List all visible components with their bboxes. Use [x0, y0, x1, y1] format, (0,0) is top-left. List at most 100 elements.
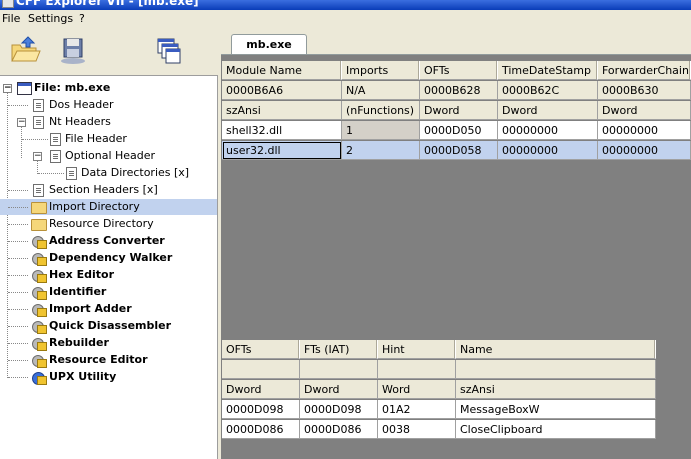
offset-cell [456, 360, 656, 379]
type-cell: szAnsi [456, 380, 656, 399]
title-bar: CFF Explorer VII - [mb.exe] [0, 0, 691, 10]
window-title: CFF Explorer VII - [mb.exe] [16, 0, 199, 8]
column-header[interactable]: OFTs [222, 340, 300, 359]
tree-item-identifier[interactable]: Identifier [0, 284, 217, 300]
collapse-icon[interactable]: − [33, 152, 42, 161]
tree-item-section-headers[interactable]: Section Headers [x] [0, 182, 217, 198]
tree-item-dependency-walker[interactable]: Dependency Walker [0, 250, 217, 266]
tree-item-resource-directory[interactable]: Resource Directory [0, 216, 217, 232]
tab-mb-exe[interactable]: mb.exe [231, 34, 307, 55]
tree-view: − File: mb.exe Dos Header − Nt Headers F… [0, 75, 218, 459]
column-header[interactable]: FTs (IAT) [300, 340, 378, 359]
page-icon [33, 116, 44, 129]
app-icon [2, 0, 14, 8]
tree-item-data-directories[interactable]: Data Directories [x] [0, 165, 217, 181]
table-row-cell[interactable]: 0038 [378, 420, 456, 439]
offset-cell: 0000B62C [498, 81, 598, 100]
folder-icon [31, 219, 47, 231]
open-icon [11, 36, 41, 62]
page-icon [66, 167, 77, 180]
type-cell: Dword [222, 380, 300, 399]
tool-icon [31, 303, 47, 317]
windows-icon [157, 38, 181, 64]
windows-button[interactable] [152, 33, 186, 67]
tool-icon [31, 354, 47, 368]
offset-cell [222, 360, 300, 379]
table-row-cell[interactable]: 2 [342, 141, 420, 160]
table-row-cell[interactable]: 0000D098 [222, 400, 300, 419]
save-button[interactable] [56, 33, 90, 67]
column-header[interactable]: Module Name [222, 61, 342, 80]
tab-panel: Module Name Imports OFTs TimeDateStamp F… [221, 54, 691, 459]
tree-root-file[interactable]: − File: mb.exe [0, 80, 217, 96]
table-row-cell[interactable]: 0000D058 [420, 141, 498, 160]
menu-help[interactable]: ? [79, 12, 85, 25]
type-cell: (nFunctions) [342, 101, 420, 120]
menu-file[interactable]: File [2, 12, 20, 25]
offset-cell: 0000B6A6 [222, 81, 342, 100]
table-row-cell[interactable]: 0000D086 [300, 420, 378, 439]
tree-item-dos-header[interactable]: Dos Header [0, 97, 217, 113]
table-row-cell[interactable]: CloseClipboard [456, 420, 656, 439]
collapse-icon[interactable]: − [17, 118, 26, 127]
tool-icon [31, 320, 47, 334]
tool-icon [31, 269, 47, 283]
table-row-cell[interactable]: MessageBoxW [456, 400, 656, 419]
column-header[interactable]: Hint [378, 340, 456, 359]
save-icon [61, 38, 85, 64]
tree-item-quick-disassembler[interactable]: Quick Disassembler [0, 318, 217, 334]
column-header[interactable]: TimeDateStamp [498, 61, 598, 80]
table-row-cell[interactable]: user32.dll [222, 141, 342, 160]
table-row-cell[interactable]: 1 [342, 121, 420, 140]
page-icon [33, 184, 44, 197]
offset-cell [300, 360, 378, 379]
type-cell: szAnsi [222, 101, 342, 120]
file-icon [17, 82, 32, 95]
tree-item-import-adder[interactable]: Import Adder [0, 301, 217, 317]
offset-cell: 0000B630 [598, 81, 691, 100]
tool-icon [31, 252, 47, 266]
table-row-cell[interactable]: 00000000 [598, 141, 691, 160]
toolbar [0, 29, 218, 73]
tree-item-address-converter[interactable]: Address Converter [0, 233, 217, 249]
menu-bar: File Settings ? [0, 10, 691, 29]
table-row-cell[interactable]: 0000D098 [300, 400, 378, 419]
table-row-cell[interactable]: 00000000 [498, 121, 598, 140]
table-row-cell[interactable]: 00000000 [598, 121, 691, 140]
tree-item-file-header[interactable]: File Header [0, 131, 217, 147]
offset-cell: 0000B628 [420, 81, 498, 100]
offset-cell [378, 360, 456, 379]
tool-icon [31, 235, 47, 249]
table-row-cell[interactable]: 0000D050 [420, 121, 498, 140]
table-row-cell[interactable]: 01A2 [378, 400, 456, 419]
table-row-cell[interactable]: shell32.dll [222, 121, 342, 140]
tree-item-import-directory[interactable]: Import Directory [0, 199, 217, 215]
tree-item-optional-header[interactable]: − Optional Header [0, 148, 217, 164]
offset-cell: N/A [342, 81, 420, 100]
collapse-icon[interactable]: − [3, 84, 12, 93]
content-pane: mb.exe Module Name Imports OFTs TimeDate… [221, 29, 691, 459]
column-header[interactable]: OFTs [420, 61, 498, 80]
page-icon [50, 133, 61, 146]
tree-item-nt-headers[interactable]: − Nt Headers [0, 114, 217, 130]
tool-icon [31, 286, 47, 300]
table-row-cell[interactable]: 0000D086 [222, 420, 300, 439]
tree-item-rebuilder[interactable]: Rebuilder [0, 335, 217, 351]
folder-open-icon [31, 202, 47, 214]
type-cell: Word [378, 380, 456, 399]
column-header[interactable]: Imports [342, 61, 420, 80]
menu-settings[interactable]: Settings [28, 12, 73, 25]
open-button[interactable] [8, 33, 42, 67]
tree-item-hex-editor[interactable]: Hex Editor [0, 267, 217, 283]
tree-item-upx-utility[interactable]: UPX Utility [0, 369, 217, 385]
tree-item-resource-editor[interactable]: Resource Editor [0, 352, 217, 368]
type-cell: Dword [300, 380, 378, 399]
table-row-cell[interactable]: 00000000 [498, 141, 598, 160]
page-icon [33, 99, 44, 112]
column-header[interactable]: Name [456, 340, 656, 359]
tool-icon [31, 337, 47, 351]
column-header[interactable]: ForwarderChain [598, 61, 691, 80]
type-cell: Dword [598, 101, 691, 120]
page-icon [50, 150, 61, 163]
upx-icon [31, 371, 47, 385]
